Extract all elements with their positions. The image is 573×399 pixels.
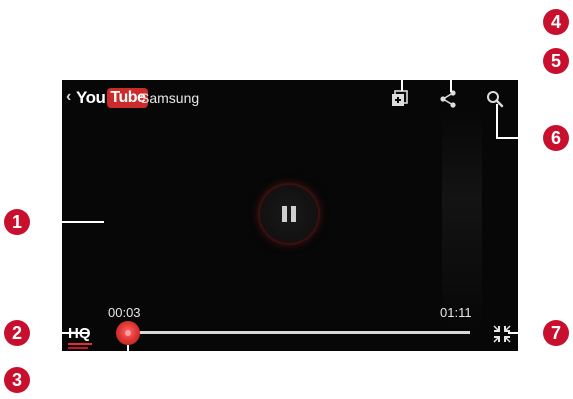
callout-5: 5 [543,48,569,74]
video-player[interactable]: ‹ You Tube Samsung 00:03 01:11 [62,80,518,351]
search-icon [487,91,504,108]
pause-button[interactable] [260,185,318,243]
youtube-logo-you: You [76,88,106,107]
seek-thumb-center [125,330,131,336]
callout-3-line-vertical [127,345,129,381]
callout-4-line-horizontal [401,21,545,23]
video-frame-glow [442,110,482,330]
callout-6-line-vertical [496,104,498,138]
hq-active-indicator [68,343,92,345]
total-duration: 01:11 [440,305,472,320]
callout-5-line-vertical [450,60,452,92]
elapsed-time: 00:03 [108,305,141,320]
callout-2-underline [68,347,88,349]
seek-bar[interactable] [118,331,470,334]
callout-1-line [30,221,104,223]
callout-6: 6 [543,125,569,151]
callout-5-line-horizontal [450,60,545,62]
callout-7-line [508,332,545,334]
seek-thumb[interactable] [116,321,140,345]
youtube-logo: You Tube [76,87,149,109]
callout-4-line-vertical [401,21,403,91]
callout-2-line [30,332,88,334]
callout-1: 1 [4,209,30,235]
search-button[interactable] [484,88,506,110]
callout-6-line-horizontal [496,137,545,139]
callout-3-line-horizontal [30,379,129,381]
callout-7: 7 [543,320,569,346]
add-to-playlist-icon [392,90,408,106]
share-button[interactable] [437,88,459,110]
share-icon [440,90,456,108]
exit-fullscreen-icon [493,325,511,343]
channel-name: Samsung [140,90,200,106]
callout-4: 4 [543,9,569,35]
back-chevron-icon[interactable]: ‹ [66,88,71,106]
callout-3: 3 [4,367,30,393]
exit-fullscreen-button[interactable] [492,324,512,344]
callout-2: 2 [4,320,30,346]
add-to-playlist-button[interactable] [389,88,411,110]
pause-icon [282,206,296,222]
